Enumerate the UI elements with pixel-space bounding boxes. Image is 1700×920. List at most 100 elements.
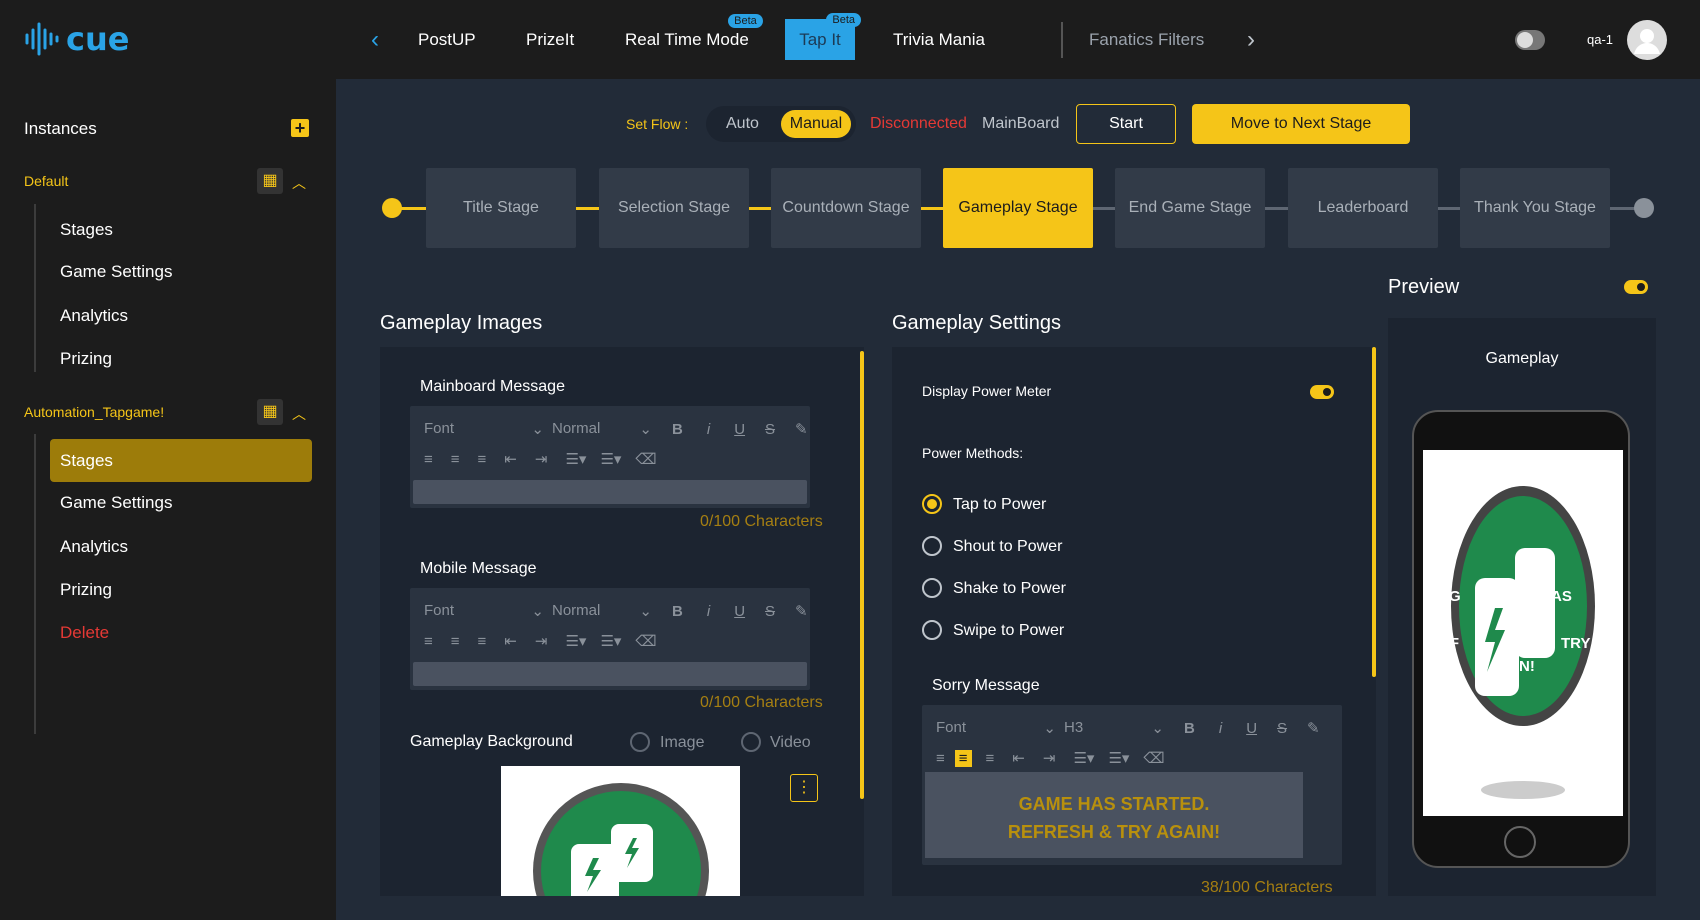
more-options-icon[interactable]: ⋮ — [790, 774, 818, 802]
size-select[interactable]: Normal ⌄ — [552, 420, 652, 438]
align-center-icon[interactable]: ≡ — [954, 749, 972, 767]
nav-prizeit[interactable]: PrizeIt — [526, 30, 574, 50]
highlight-pen-icon[interactable]: ✎ — [795, 420, 808, 438]
bold-icon[interactable]: B — [672, 421, 683, 438]
background-image-radio[interactable] — [630, 732, 650, 752]
flow-mode-switch[interactable]: Auto Manual — [706, 106, 856, 142]
settings-scrollbar[interactable] — [1372, 347, 1376, 677]
theme-toggle-icon[interactable] — [1515, 30, 1545, 50]
nav-tap-it[interactable]: Tap It Beta — [785, 13, 861, 60]
stage-leaderboard[interactable]: Leaderboard — [1288, 168, 1438, 248]
nav-trivia-mania[interactable]: Trivia Mania — [893, 30, 985, 50]
sidebar-item-analytics[interactable]: Analytics — [60, 306, 128, 326]
sidebar-item-delete[interactable]: Delete — [60, 623, 109, 643]
indent-increase-icon[interactable]: ⇥ — [535, 632, 548, 650]
bold-icon[interactable]: B — [672, 603, 683, 620]
highlight-pen-icon[interactable]: ✎ — [1307, 719, 1320, 737]
align-right-icon[interactable]: ≡ — [478, 451, 487, 468]
background-video-radio[interactable] — [741, 732, 761, 752]
chevron-up-icon[interactable]: ︿ — [292, 404, 306, 424]
nav-prev-icon[interactable]: ‹ — [371, 26, 379, 54]
start-button[interactable]: Start — [1076, 104, 1176, 144]
phone-home-button — [1504, 826, 1536, 858]
sidebar-item-prizing[interactable]: Prizing — [60, 349, 112, 369]
strikethrough-icon[interactable]: S — [1277, 720, 1287, 737]
sidebar-item-stages[interactable]: Stages — [60, 220, 113, 240]
sidebar-item-game-settings[interactable]: Game Settings — [60, 493, 172, 513]
flow-auto-option[interactable]: Auto — [726, 115, 759, 133]
heading-select[interactable]: H3 ⌄ — [1064, 719, 1164, 737]
nav-real-time-mode[interactable]: Real Time Mode Beta — [625, 14, 763, 50]
stage-gameplay[interactable]: Gameplay Stage — [943, 168, 1093, 248]
sidebar-item-game-settings[interactable]: Game Settings — [60, 262, 172, 282]
stage-title[interactable]: Title Stage — [426, 168, 576, 248]
clear-format-icon[interactable]: ⌫ — [635, 450, 656, 468]
sidebar-item-stages-active[interactable]: Stages — [50, 439, 312, 482]
stage-countdown[interactable]: Countdown Stage — [771, 168, 921, 248]
clear-format-icon[interactable]: ⌫ — [635, 632, 656, 650]
strikethrough-icon[interactable]: S — [765, 421, 775, 438]
cue-logo[interactable]: cue — [24, 20, 129, 58]
align-left-icon[interactable]: ≡ — [936, 750, 945, 767]
bullet-list-icon[interactable]: ☰▾ — [1108, 749, 1129, 767]
bullet-list-icon[interactable]: ☰▾ — [600, 450, 621, 468]
indent-decrease-icon[interactable]: ⇤ — [1012, 749, 1025, 767]
images-scrollbar[interactable] — [860, 351, 864, 799]
qr-code-icon[interactable]: ▦ — [257, 399, 283, 425]
ordered-list-icon[interactable]: ☰▾ — [1073, 749, 1094, 767]
avatar[interactable] — [1627, 20, 1667, 60]
nav-fanatics-filters[interactable]: Fanatics Filters — [1089, 30, 1204, 50]
align-left-icon[interactable]: ≡ — [424, 451, 433, 468]
swipe-to-power-radio[interactable] — [922, 620, 942, 640]
italic-icon[interactable]: i — [707, 603, 710, 620]
italic-icon[interactable]: i — [707, 421, 710, 438]
align-center-icon[interactable]: ≡ — [451, 451, 460, 468]
nav-postup[interactable]: PostUP — [418, 30, 476, 50]
highlight-pen-icon[interactable]: ✎ — [795, 602, 808, 620]
swipe-to-power-label: Swipe to Power — [953, 622, 1065, 639]
font-select[interactable]: Font ⌄ — [936, 719, 1056, 737]
ordered-list-icon[interactable]: ☰▾ — [565, 450, 586, 468]
align-left-icon[interactable]: ≡ — [424, 633, 433, 650]
align-right-icon[interactable]: ≡ — [986, 750, 995, 767]
underline-icon[interactable]: U — [734, 421, 745, 438]
group-default[interactable]: Default — [24, 173, 68, 189]
strikethrough-icon[interactable]: S — [765, 603, 775, 620]
font-select[interactable]: Font ⌄ — [424, 420, 544, 438]
stage-selection[interactable]: Selection Stage — [599, 168, 749, 248]
bold-icon[interactable]: B — [1184, 720, 1195, 737]
align-center-icon[interactable]: ≡ — [451, 633, 460, 650]
indent-increase-icon[interactable]: ⇥ — [535, 450, 548, 468]
bullet-list-icon[interactable]: ☰▾ — [600, 632, 621, 650]
underline-icon[interactable]: U — [734, 603, 745, 620]
size-select[interactable]: Normal ⌄ — [552, 602, 652, 620]
indent-decrease-icon[interactable]: ⇤ — [504, 632, 517, 650]
add-instance-icon[interactable]: + — [291, 119, 309, 137]
group-automation-tapgame[interactable]: Automation_Tapgame! — [24, 404, 164, 420]
sorry-message-input[interactable]: GAME HAS STARTED. REFRESH & TRY AGAIN! — [925, 772, 1303, 858]
shout-to-power-radio[interactable] — [922, 536, 942, 556]
italic-icon[interactable]: i — [1219, 720, 1222, 737]
nav-next-icon[interactable]: › — [1247, 26, 1255, 54]
indent-increase-icon[interactable]: ⇥ — [1043, 749, 1056, 767]
sidebar-item-analytics[interactable]: Analytics — [60, 537, 128, 557]
shake-to-power-radio[interactable] — [922, 578, 942, 598]
chevron-up-icon[interactable]: ︿ — [292, 173, 306, 193]
clear-format-icon[interactable]: ⌫ — [1143, 749, 1164, 767]
underline-icon[interactable]: U — [1246, 720, 1257, 737]
preview-toggle[interactable] — [1624, 280, 1648, 294]
sidebar-item-prizing[interactable]: Prizing — [60, 580, 112, 600]
power-meter-toggle[interactable] — [1310, 385, 1334, 399]
align-right-icon[interactable]: ≡ — [478, 633, 487, 650]
qr-code-icon[interactable]: ▦ — [257, 168, 283, 194]
ordered-list-icon[interactable]: ☰▾ — [565, 632, 586, 650]
stage-end-game[interactable]: End Game Stage — [1115, 168, 1265, 248]
font-select[interactable]: Font ⌄ — [424, 602, 544, 620]
move-next-stage-button[interactable]: Move to Next Stage — [1192, 104, 1410, 144]
mainboard-message-input[interactable] — [413, 480, 807, 504]
tap-to-power-radio[interactable] — [922, 494, 942, 514]
flow-manual-option[interactable]: Manual — [781, 110, 851, 138]
mobile-message-input[interactable] — [413, 662, 807, 686]
indent-decrease-icon[interactable]: ⇤ — [504, 450, 517, 468]
stage-thank-you[interactable]: Thank You Stage — [1460, 168, 1610, 248]
